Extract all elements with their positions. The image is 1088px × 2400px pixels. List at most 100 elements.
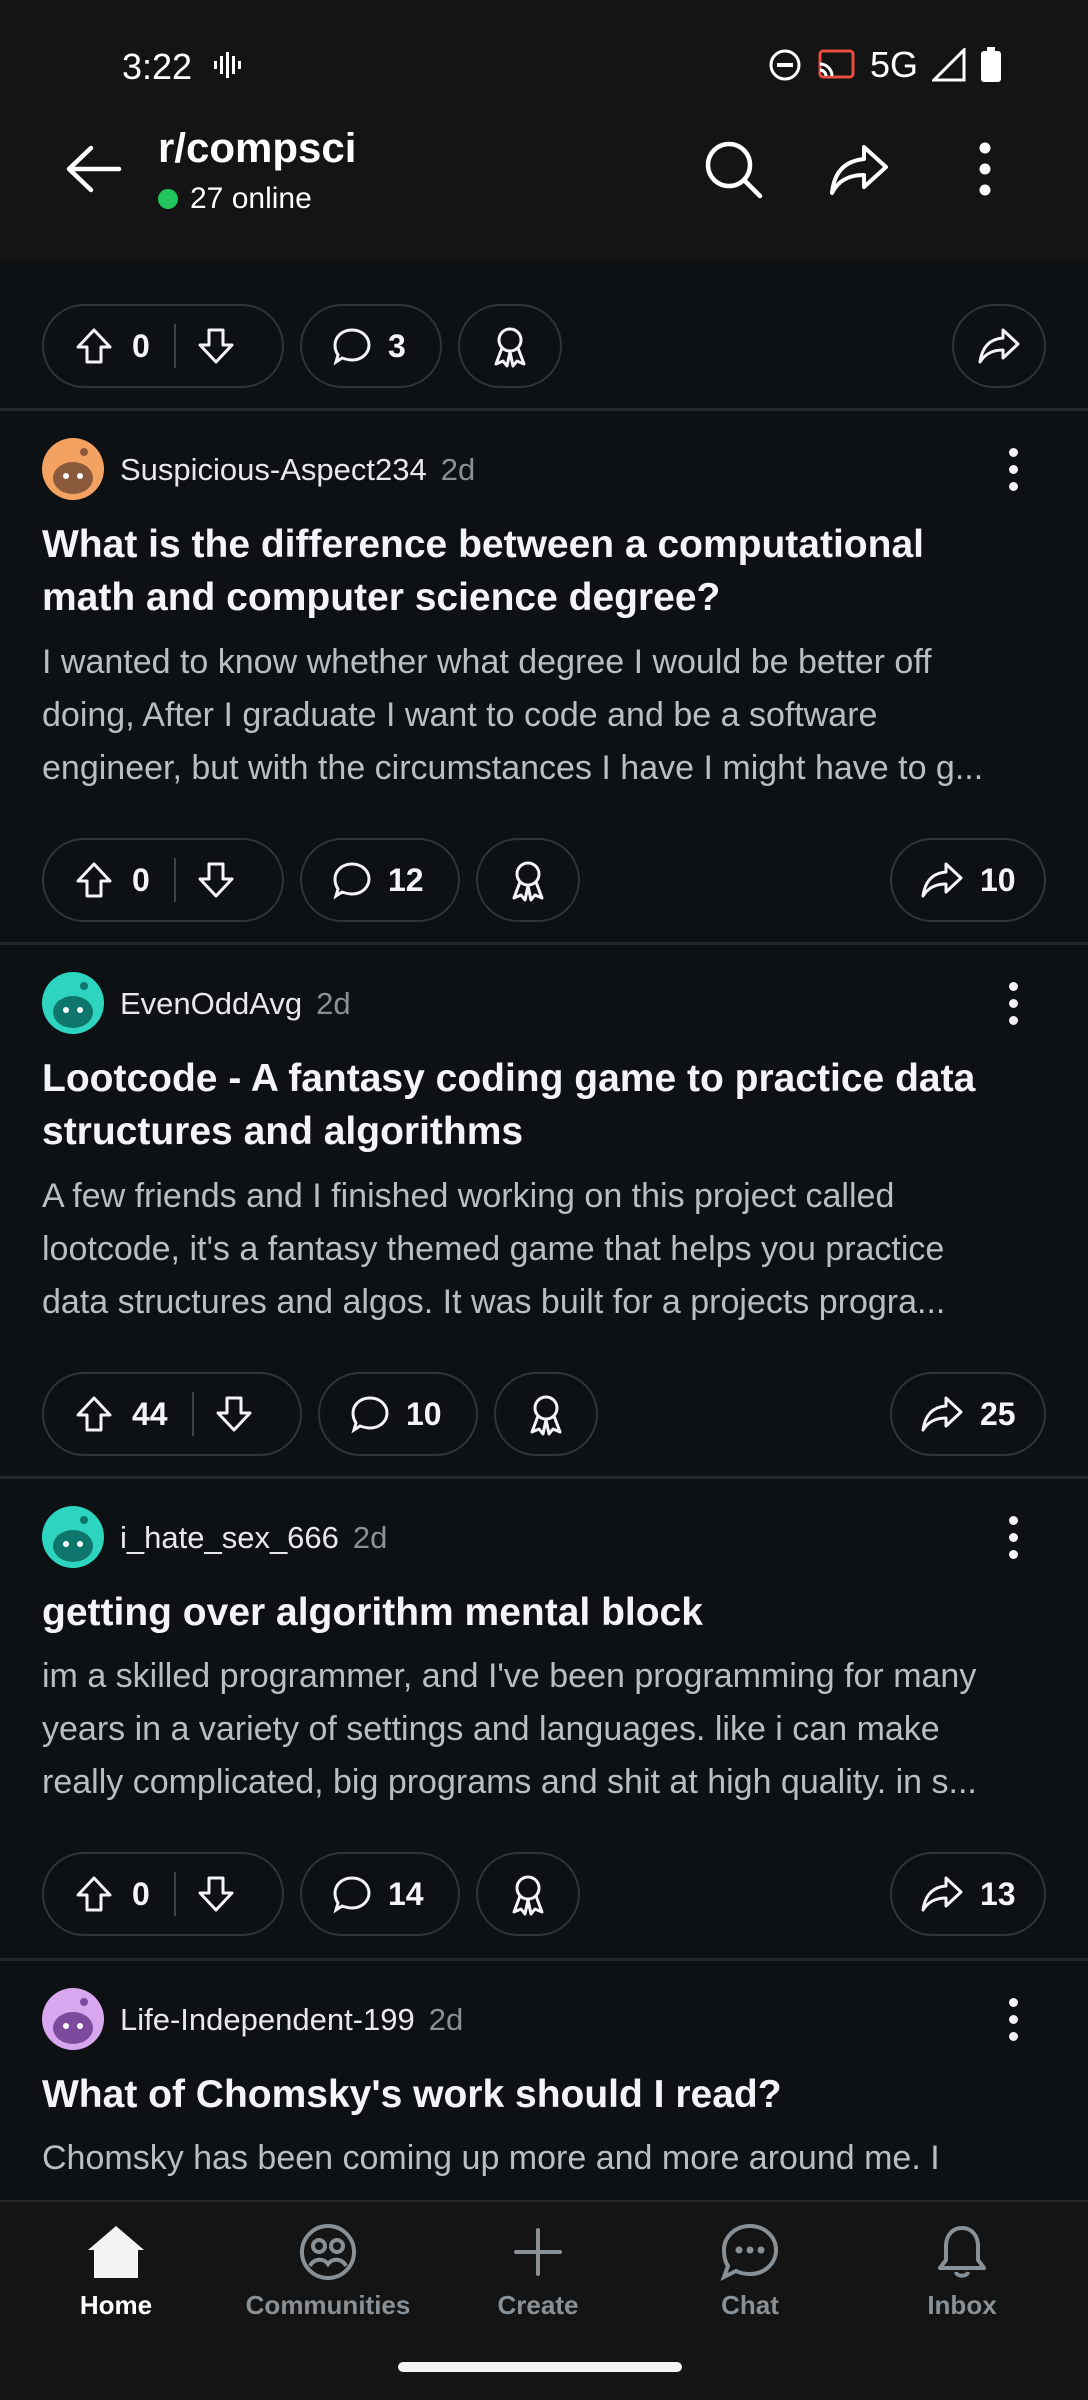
vote-divider	[192, 1392, 194, 1436]
award-button[interactable]	[494, 1372, 598, 1456]
overflow-menu-button[interactable]	[950, 134, 1020, 204]
online-label: 27 online	[190, 182, 312, 215]
title-line: math and computer science degree?	[42, 576, 721, 619]
post-menu-button[interactable]	[998, 1988, 1028, 2050]
snoo-avatar-icon	[42, 1988, 104, 2050]
nav-chat[interactable]: Chat	[650, 2222, 850, 2321]
downvote-icon[interactable]	[196, 326, 236, 366]
body-line: years in a variety of settings and langu…	[42, 1710, 940, 1748]
post-title[interactable]: What of Chomsky's work should I read?	[42, 2068, 1028, 2121]
comment-count: 14	[388, 1875, 424, 1912]
author-name[interactable]: i_hate_sex_666	[120, 1520, 339, 1555]
share-post-button[interactable]: 13	[890, 1852, 1046, 1936]
share-button[interactable]	[824, 134, 894, 204]
post-menu-button[interactable]	[998, 1506, 1028, 1568]
comments-button[interactable]: 3	[300, 304, 442, 388]
body-line: I wanted to know whether what degree I w…	[42, 643, 932, 681]
share-icon	[921, 1396, 963, 1432]
post-card[interactable]: Suspicious-Aspect234 2d What is the diffe…	[0, 410, 1088, 942]
post-body[interactable]: A few friends and I finished working on …	[42, 1170, 1046, 1329]
post-feed[interactable]: 0 3 Suspicious-Aspect234 2d What is the d…	[0, 260, 1088, 2200]
comment-icon	[351, 1396, 389, 1434]
vote-pill: 44	[42, 1372, 302, 1456]
avatar[interactable]	[42, 1506, 104, 1568]
post-author[interactable]: i_hate_sex_666 2d	[120, 1520, 387, 1556]
home-indicator[interactable]	[398, 2362, 682, 2372]
signal-icon	[932, 48, 966, 82]
post-author[interactable]: Life-Independent-199 2d	[120, 2002, 463, 2038]
search-button[interactable]	[698, 134, 768, 204]
downvote-icon[interactable]	[196, 860, 236, 900]
avatar[interactable]	[42, 972, 104, 1034]
comment-count: 3	[388, 327, 406, 364]
body-line: im a skilled programmer, and I've been p…	[42, 1657, 977, 1695]
post-author[interactable]: EvenOddAvg 2d	[120, 986, 351, 1022]
post-title[interactable]: getting over algorithm mental block	[42, 1586, 1028, 1639]
comments-button[interactable]: 14	[300, 1852, 460, 1936]
vote-score: 0	[132, 861, 150, 898]
share-icon	[978, 328, 1020, 364]
post-card[interactable]: Life-Independent-199 2d What of Chomsky's…	[0, 1960, 1088, 2200]
post-card[interactable]: EvenOddAvg 2d Lootcode - A fantasy coding…	[0, 944, 1088, 1476]
share-post-button[interactable]	[952, 304, 1046, 388]
body-line: really complicated, big programs and shi…	[42, 1763, 977, 1801]
home-icon	[88, 2226, 144, 2278]
downvote-icon[interactable]	[196, 1874, 236, 1914]
post-body[interactable]: im a skilled programmer, and I've been p…	[42, 1650, 1046, 1809]
avatar[interactable]	[42, 1988, 104, 2050]
upvote-icon[interactable]	[74, 1874, 114, 1914]
downvote-icon[interactable]	[214, 1394, 254, 1434]
title-line: What of Chomsky's work should I read?	[42, 2073, 782, 2116]
battery-icon	[981, 47, 1001, 82]
award-button[interactable]	[476, 1852, 580, 1936]
post-card[interactable]: i_hate_sex_666 2d getting over algorithm …	[0, 1478, 1088, 1958]
post-body[interactable]: I wanted to know whether what degree I w…	[42, 636, 1046, 795]
kebab-icon	[979, 142, 991, 196]
avatar[interactable]	[42, 438, 104, 500]
nav-label: Chat	[721, 2290, 779, 2320]
chat-icon	[720, 2223, 779, 2282]
share-count: 10	[980, 861, 1016, 898]
award-icon	[530, 1395, 562, 1436]
post-menu-button[interactable]	[998, 438, 1028, 500]
status-icons: 5G	[768, 44, 1002, 86]
back-button[interactable]	[60, 136, 126, 202]
comments-button[interactable]: 10	[318, 1372, 478, 1456]
upvote-icon[interactable]	[74, 326, 114, 366]
post-menu-button[interactable]	[998, 972, 1028, 1034]
vote-score: 0	[132, 327, 150, 364]
nav-create[interactable]: Create	[438, 2222, 638, 2321]
author-name[interactable]: EvenOddAvg	[120, 986, 302, 1021]
upvote-icon[interactable]	[74, 1394, 114, 1434]
vote-pill: 0	[42, 1852, 284, 1936]
nav-label: Communities	[245, 2290, 411, 2320]
online-count: 27 online	[158, 182, 312, 216]
status-time: 3:22	[122, 46, 193, 87]
nav-home[interactable]: Home	[16, 2222, 216, 2321]
title-line: What is the difference between a computa…	[42, 523, 924, 566]
comment-count: 12	[388, 861, 424, 898]
share-count: 13	[980, 1875, 1016, 1912]
post-body[interactable]: Chomsky has been coming up more and more…	[42, 2132, 1046, 2185]
vote-pill: 0	[42, 838, 284, 922]
cast-icon	[818, 49, 855, 79]
bell-icon	[938, 2226, 986, 2278]
vote-score: 44	[132, 1395, 168, 1432]
award-button[interactable]	[458, 304, 562, 388]
share-icon	[921, 862, 963, 898]
dnd-icon	[769, 49, 801, 81]
author-name[interactable]: Suspicious-Aspect234	[120, 452, 427, 487]
comments-button[interactable]: 12	[300, 838, 460, 922]
share-post-button[interactable]: 10	[890, 838, 1046, 922]
share-post-button[interactable]: 25	[890, 1372, 1046, 1456]
award-button[interactable]	[476, 838, 580, 922]
post-title[interactable]: What is the difference between a computa…	[42, 518, 1028, 624]
comment-count: 10	[406, 1395, 442, 1432]
nav-inbox[interactable]: Inbox	[862, 2222, 1062, 2321]
post-author[interactable]: Suspicious-Aspect234 2d	[120, 452, 475, 488]
nav-communities[interactable]: Communities	[228, 2222, 428, 2321]
post-title[interactable]: Lootcode - A fantasy coding game to prac…	[42, 1052, 1028, 1158]
author-name[interactable]: Life-Independent-199	[120, 2002, 415, 2037]
share-icon	[921, 1876, 963, 1912]
upvote-icon[interactable]	[74, 860, 114, 900]
